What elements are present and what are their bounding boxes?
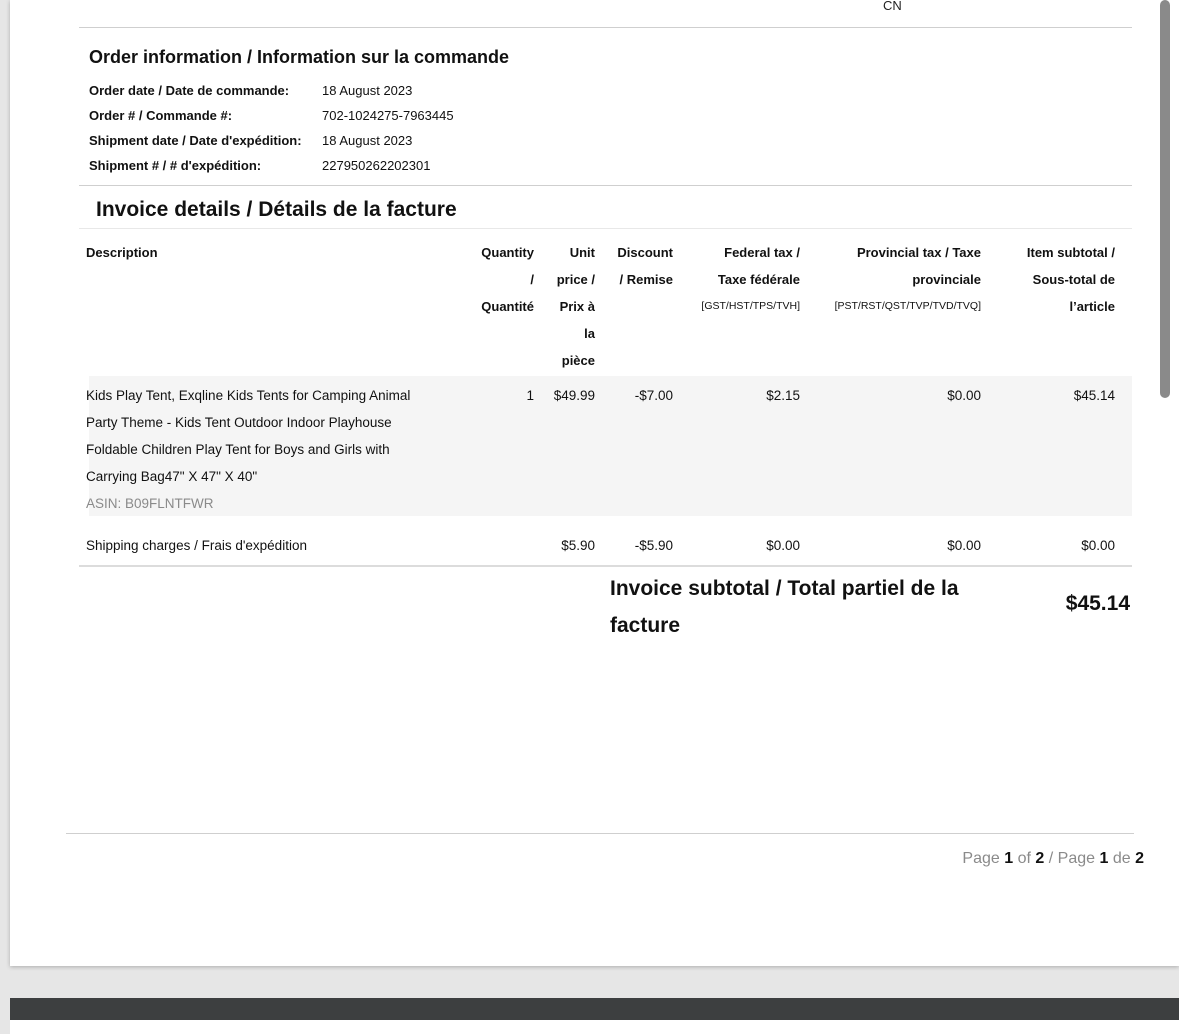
col-header-unit-price: Unit price / Prix à la pièce [556,245,595,368]
item-discount: -$7.00 [634,388,673,403]
invoice-subtotal-value: $45.14 [1065,592,1130,615]
invoice-page: CN Order information / Information sur l… [10,0,1179,966]
col-header-description: Description [86,245,158,260]
divider [79,565,1132,567]
shipping-federal-tax: $0.00 [766,538,800,553]
col-header-provincial-tax: Provincial tax / Taxe provinciale [PST/R… [834,245,981,312]
item-unit-price: $49.99 [553,388,595,403]
next-page-header [10,998,1179,1020]
item-asin: ASIN: B09FLNTFWR [86,496,214,511]
shipping-description: Shipping charges / Frais d'expédition [86,538,307,553]
invoice-details-heading: Invoice details / Détails de la facture [96,198,457,221]
divider [79,185,1132,186]
col-header-discount: Discount / Remise [617,245,673,287]
shipping-subtotal: $0.00 [1081,538,1115,553]
footer-divider [66,833,1134,834]
col-header-item-subtotal: Item subtotal / Sous-total de l’article [1026,245,1115,314]
shipment-date-value: 18 August 2023 [322,133,413,148]
order-date-label: Order date / Date de commande: [89,83,290,98]
item-description: Kids Play Tent, Exqline Kids Tents for C… [86,382,486,517]
order-info-heading: Order information / Information sur la c… [89,47,510,67]
col-header-quantity: Quantity / Quantité [481,245,534,314]
item-quantity: 1 [526,388,534,403]
divider [79,228,1132,229]
scrollbar-thumb[interactable] [1160,0,1170,398]
item-subtotal: $45.14 [1073,388,1115,403]
item-federal-tax: $2.15 [766,388,800,403]
page-indicator: Page 1 of 2 / Page 1 de 2 [962,850,1144,867]
next-page [10,1020,1179,1034]
shipment-number-value: 227950262202301 [322,158,431,173]
item-provincial-tax: $0.00 [947,388,981,403]
order-number-label: Order # / Commande #: [89,108,233,123]
col-header-federal-tax: Federal tax / Taxe fédérale [GST/HST/TPS… [701,245,800,312]
order-number-value: 702-1024275-7963445 [322,108,454,123]
country-code: CN [883,0,902,13]
invoice-subtotal-label: Invoice subtotal / Total partiel de la f… [610,577,959,637]
shipment-number-label: Shipment # / # d'expédition: [89,158,262,173]
shipping-discount: -$5.90 [634,538,673,553]
shipment-date-label: Shipment date / Date d'expédition: [89,133,302,148]
shipping-unit-price: $5.90 [561,538,595,553]
divider [79,27,1132,28]
shipping-provincial-tax: $0.00 [947,538,981,553]
order-date-value: 18 August 2023 [322,83,413,98]
